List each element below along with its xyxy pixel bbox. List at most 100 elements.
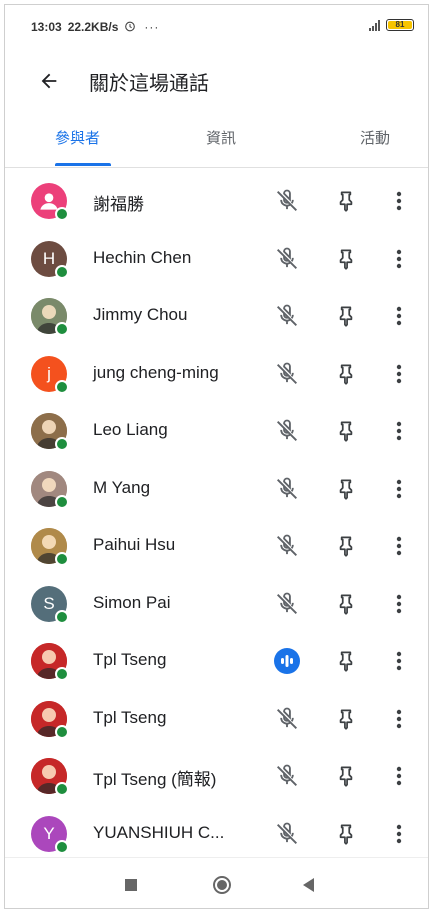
mic-off-icon[interactable] — [273, 245, 301, 273]
more-vert-icon[interactable] — [391, 417, 407, 445]
alarm-icon — [124, 20, 136, 35]
avatar — [31, 528, 69, 566]
more-vert-icon[interactable] — [391, 590, 407, 618]
pin-icon[interactable] — [333, 820, 359, 848]
pin-icon[interactable] — [333, 475, 359, 503]
participant-row[interactable]: Paihui Hsu — [5, 518, 428, 575]
avatar — [31, 643, 69, 681]
mic-off-icon[interactable] — [273, 302, 301, 330]
screen-frame: 13:03 22.2KB/s ··· 81 關於這場通話 參與者 資訊 活動 謝… — [4, 4, 429, 909]
avatar: S — [31, 585, 69, 624]
mic-off-icon[interactable] — [273, 532, 301, 560]
online-status-dot — [55, 264, 69, 279]
avatar — [31, 298, 69, 336]
participant-row[interactable]: 謝福勝 — [5, 173, 428, 230]
signal-icon — [369, 19, 380, 31]
participant-row[interactable]: Y YUANSHIUH C... — [5, 806, 428, 863]
tab-indicator — [55, 163, 111, 166]
participant-row[interactable]: M Yang — [5, 461, 428, 518]
status-more-indicator: ··· — [144, 20, 160, 34]
participant-name: Tpl Tseng — [93, 707, 167, 727]
participant-name: YUANSHIUH C... — [93, 822, 225, 842]
participant-name: M Yang — [93, 477, 151, 497]
participant-row[interactable]: Jimmy Chou — [5, 288, 428, 345]
more-vert-icon[interactable] — [391, 762, 407, 790]
pin-icon[interactable] — [333, 705, 359, 733]
mic-off-icon[interactable] — [273, 417, 301, 445]
speaking-indicator-icon[interactable] — [273, 647, 301, 675]
mic-off-icon[interactable] — [273, 590, 301, 618]
participant-row[interactable]: S Simon Pai — [5, 576, 428, 633]
participant-row[interactable]: Tpl Tseng — [5, 691, 428, 748]
participant-row[interactable]: H Hechin Chen — [5, 231, 428, 288]
pin-icon[interactable] — [333, 302, 359, 330]
pin-icon[interactable] — [333, 245, 359, 273]
pin-icon[interactable] — [333, 647, 359, 675]
tab-info[interactable]: 資訊 — [206, 127, 236, 148]
participant-row[interactable]: Tpl Tseng (簡報) — [5, 748, 428, 805]
avatar: Y — [31, 815, 69, 854]
online-status-dot — [55, 609, 69, 624]
more-vert-icon[interactable] — [391, 302, 407, 330]
more-vert-icon[interactable] — [391, 532, 407, 560]
participant-name: 謝福勝 — [93, 195, 144, 214]
online-status-dot — [55, 379, 69, 394]
mic-off-icon[interactable] — [273, 705, 301, 733]
battery-icon: 81 — [386, 19, 414, 31]
avatar: H — [31, 240, 69, 279]
system-nav-bar — [5, 857, 428, 908]
mic-off-icon[interactable] — [273, 360, 301, 388]
online-status-dot — [55, 207, 69, 221]
mic-off-icon[interactable] — [273, 820, 301, 848]
participant-row[interactable]: Leo Liang — [5, 403, 428, 460]
participant-name: Leo Liang — [93, 420, 168, 439]
nav-recents-button[interactable] — [125, 879, 137, 891]
participant-row[interactable]: j jung cheng-ming — [5, 346, 428, 403]
participant-name: Simon Pai — [93, 592, 171, 612]
online-status-dot — [55, 839, 69, 854]
online-status-dot — [55, 322, 69, 336]
mic-off-icon[interactable] — [273, 475, 301, 503]
nav-back-button[interactable] — [303, 878, 314, 892]
status-network-speed: 22.2KB/s — [67, 20, 119, 34]
more-vert-icon[interactable] — [391, 820, 407, 848]
arrow-back-icon[interactable] — [35, 67, 63, 95]
participant-name: jung cheng-ming — [93, 362, 219, 382]
app-bar: 關於這場通話 — [5, 57, 428, 105]
tab-activity[interactable]: 活動 — [360, 127, 390, 148]
tab-bar: 參與者 資訊 活動 — [5, 115, 428, 168]
participant-name: Jimmy Chou — [93, 305, 188, 324]
participant-name: Tpl Tseng — [93, 650, 167, 669]
online-status-dot — [55, 494, 69, 509]
tab-participants[interactable]: 參與者 — [55, 127, 100, 148]
online-status-dot — [55, 667, 69, 681]
pin-icon[interactable] — [333, 417, 359, 445]
status-right-icons: 81 — [369, 19, 414, 31]
avatar — [31, 758, 69, 796]
online-status-dot — [55, 437, 69, 451]
online-status-dot — [55, 552, 69, 566]
more-vert-icon[interactable] — [391, 475, 407, 503]
pin-icon[interactable] — [333, 532, 359, 560]
participant-row[interactable]: Tpl Tseng — [5, 633, 428, 690]
mic-off-icon[interactable] — [273, 187, 301, 215]
more-vert-icon[interactable] — [391, 187, 407, 215]
avatar — [31, 700, 69, 739]
more-vert-icon[interactable] — [391, 647, 407, 675]
pin-icon[interactable] — [333, 360, 359, 388]
pin-icon[interactable] — [333, 590, 359, 618]
nav-home-button[interactable] — [213, 876, 231, 894]
avatar — [31, 470, 69, 509]
more-vert-icon[interactable] — [391, 705, 407, 733]
more-vert-icon[interactable] — [391, 360, 407, 388]
online-status-dot — [55, 782, 69, 796]
participant-name: Hechin Chen — [93, 247, 192, 267]
avatar — [31, 183, 69, 221]
battery-level: 81 — [388, 21, 412, 29]
pin-icon[interactable] — [333, 187, 359, 215]
avatar: j — [31, 355, 69, 394]
pin-icon[interactable] — [333, 762, 359, 790]
mic-off-icon[interactable] — [273, 762, 301, 790]
more-vert-icon[interactable] — [391, 245, 407, 273]
status-time: 13:03 — [31, 20, 62, 34]
